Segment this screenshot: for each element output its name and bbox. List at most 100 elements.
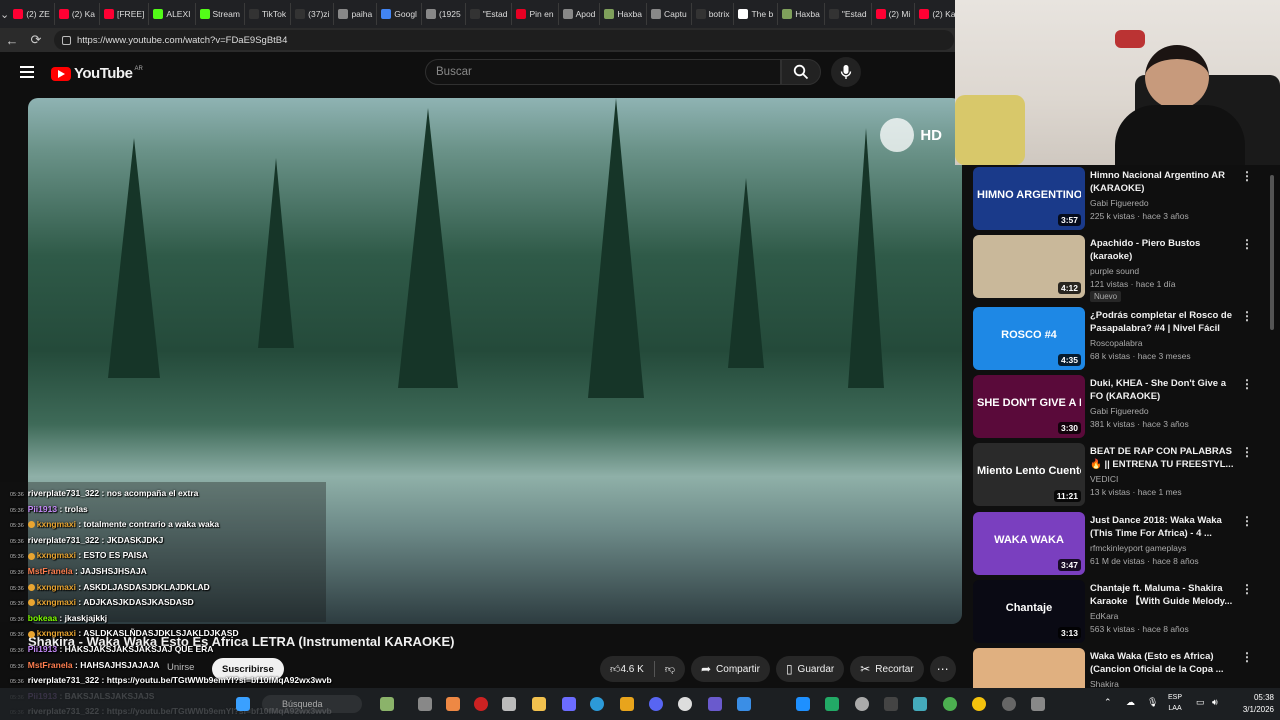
more-options-icon[interactable]: ⋮ bbox=[1241, 309, 1253, 323]
store-icon[interactable] bbox=[502, 697, 516, 711]
app-icon[interactable] bbox=[1002, 697, 1016, 711]
app-icon[interactable] bbox=[708, 697, 722, 711]
chrome-icon[interactable] bbox=[972, 697, 986, 711]
voice-search-button[interactable] bbox=[831, 57, 861, 87]
recommendation-title[interactable]: BEAT DE RAP CON PALABRAS 🔥 || ENTRENA TU… bbox=[1090, 445, 1240, 471]
recommendation-channel[interactable]: purple sound bbox=[1090, 266, 1139, 276]
youtube-logo[interactable]: YouTube AR bbox=[51, 65, 143, 82]
recommendation-thumbnail[interactable] bbox=[973, 648, 1085, 688]
app-icon[interactable] bbox=[737, 697, 751, 711]
tab-list-chevron-icon[interactable]: ⌄ bbox=[0, 0, 9, 28]
language-indicator[interactable]: ESP LAA bbox=[1168, 692, 1182, 714]
recommendation-item[interactable]: SHE DON'T GIVE A FO 3:30 Duki, KHEA - She … bbox=[973, 375, 1273, 441]
more-options-icon[interactable]: ⋮ bbox=[1241, 377, 1253, 391]
task-view-icon[interactable] bbox=[418, 697, 432, 711]
recommendation-title[interactable]: ¿Podrás completar el Rosco de Pasapalabr… bbox=[1090, 309, 1240, 335]
recommendation-channel[interactable]: Roscopalabra bbox=[1090, 338, 1142, 348]
dislike-button[interactable]: 👎︎ bbox=[655, 656, 685, 682]
opera-icon[interactable] bbox=[474, 697, 488, 711]
more-options-icon[interactable]: ⋮ bbox=[1241, 514, 1253, 528]
recommendation-channel[interactable]: EdKara bbox=[1090, 611, 1118, 621]
save-button[interactable]: ▯ Guardar bbox=[775, 656, 845, 682]
recommendation-item[interactable]: ROSCO #4 4:35 ¿Podrás completar el Rosco d… bbox=[973, 307, 1273, 373]
browser-tab[interactable]: ALEXI bbox=[149, 3, 196, 25]
recommendation-title[interactable]: Apachido - Piero Bustos (karaoke) bbox=[1090, 237, 1240, 263]
app-icon[interactable] bbox=[796, 697, 810, 711]
recommendation-thumbnail[interactable]: Chantaje 3:13 bbox=[973, 580, 1085, 643]
browser-tab[interactable]: Captu bbox=[647, 3, 692, 25]
browser-tab[interactable]: The b bbox=[734, 3, 779, 25]
recommendation-channel[interactable]: Shakira bbox=[1090, 679, 1119, 688]
recommendation-item[interactable]: 4:12 Apachido - Piero Bustos (karaoke) pur… bbox=[973, 235, 1273, 302]
recommendation-thumbnail[interactable]: SHE DON'T GIVE A FO 3:30 bbox=[973, 375, 1085, 438]
discord-icon[interactable] bbox=[649, 697, 663, 711]
app-icon[interactable] bbox=[825, 697, 839, 711]
browser-tab[interactable]: "Estad bbox=[825, 3, 872, 25]
browser-tab[interactable]: (2) Ka bbox=[915, 3, 960, 25]
url-field[interactable]: https://www.youtube.com/watch?v=FDaE9SgB… bbox=[54, 30, 954, 50]
browser-tab[interactable]: Pin en bbox=[512, 3, 559, 25]
app-icon[interactable] bbox=[678, 697, 692, 711]
more-actions-icon[interactable]: ⋯ bbox=[929, 656, 956, 682]
browser-tab[interactable]: [FREE] bbox=[100, 3, 150, 25]
more-options-icon[interactable]: ⋮ bbox=[1241, 169, 1253, 183]
settings-gear-icon[interactable] bbox=[855, 697, 869, 711]
browser-tab[interactable]: botrix bbox=[692, 3, 735, 25]
microphone-tray-icon[interactable]: 🎙︎ bbox=[1147, 697, 1158, 708]
system-clock[interactable]: 05:38 3/1/2026 bbox=[1228, 692, 1274, 716]
more-options-icon[interactable]: ⋮ bbox=[1241, 445, 1253, 459]
network-icon[interactable]: ▭ bbox=[1196, 697, 1205, 708]
recommendation-thumbnail[interactable]: ROSCO #4 4:35 bbox=[973, 307, 1085, 370]
recommendation-thumbnail[interactable]: 4:12 bbox=[973, 235, 1085, 298]
onedrive-icon[interactable]: ☁ bbox=[1126, 697, 1135, 708]
edge-icon[interactable] bbox=[590, 697, 604, 711]
tray-chevron-icon[interactable]: ⌃ bbox=[1104, 697, 1112, 708]
clip-button[interactable]: ✂ Recortar bbox=[850, 656, 924, 682]
browser-tab[interactable]: (2) Ka bbox=[55, 3, 100, 25]
taskbar-search[interactable]: Búsqueda bbox=[262, 695, 362, 713]
recommendation-item[interactable]: HIMNO ARGENTINO 3:57 Himno Nacional Argent… bbox=[973, 167, 1273, 233]
browser-tab[interactable]: "Estad bbox=[466, 3, 513, 25]
file-explorer-icon[interactable] bbox=[532, 697, 546, 711]
app-icon[interactable] bbox=[562, 697, 576, 711]
browser-tab[interactable]: Apod bbox=[559, 3, 601, 25]
recommendation-channel[interactable]: Gabi Figueredo bbox=[1090, 406, 1149, 416]
browser-tab[interactable]: (2) Mi bbox=[872, 3, 916, 25]
recommendation-title[interactable]: Waka Waka (Esto es Africa) (Cancion Ofic… bbox=[1090, 650, 1240, 676]
sidebar-scrollbar[interactable] bbox=[1270, 175, 1274, 330]
recommendation-thumbnail[interactable]: HIMNO ARGENTINO 3:57 bbox=[973, 167, 1085, 230]
like-button[interactable]: 👍︎ 4.6 K bbox=[600, 656, 654, 682]
browser-tab[interactable]: Googl bbox=[377, 3, 422, 25]
calculator-icon[interactable] bbox=[1031, 697, 1045, 711]
recommendation-item[interactable]: WAKA WAKA 3:47 Just Dance 2018: Waka Waka … bbox=[973, 512, 1273, 578]
app-icon[interactable] bbox=[446, 697, 460, 711]
start-windows-icon[interactable] bbox=[236, 697, 250, 711]
browser-tab[interactable]: paiha bbox=[334, 3, 378, 25]
recommendation-title[interactable]: Chantaje ft. Maluma - Shakira Karaoke 【W… bbox=[1090, 582, 1240, 608]
browser-tab[interactable]: TikTok bbox=[245, 3, 292, 25]
recommendation-title[interactable]: Himno Nacional Argentino AR (KARAOKE) bbox=[1090, 169, 1240, 195]
recommendation-item[interactable]: Miento Lento Cuento Momento 11:21 BEAT DE … bbox=[973, 443, 1273, 509]
terminal-icon[interactable] bbox=[884, 697, 898, 711]
browser-tab[interactable]: (1925 bbox=[422, 3, 466, 25]
chrome-icon[interactable] bbox=[943, 697, 957, 711]
recommendation-item[interactable]: Chantaje 3:13 Chantaje ft. Maluma - Shakir… bbox=[973, 580, 1273, 646]
more-options-icon[interactable]: ⋮ bbox=[1241, 582, 1253, 596]
recommendation-thumbnail[interactable]: WAKA WAKA 3:47 bbox=[973, 512, 1085, 575]
menu-icon[interactable] bbox=[20, 66, 34, 78]
more-options-icon[interactable]: ⋮ bbox=[1241, 237, 1253, 251]
search-button[interactable] bbox=[781, 59, 821, 85]
browser-tab[interactable]: (37)zi bbox=[291, 3, 335, 25]
recommendation-title[interactable]: Duki, KHEA - She Don't Give a FO (KARAOK… bbox=[1090, 377, 1240, 403]
recommendation-channel[interactable]: VEDICI bbox=[1090, 474, 1118, 484]
recommendation-item[interactable]: Waka Waka (Esto es Africa) (Cancion Ofic… bbox=[973, 648, 1273, 688]
app-icon[interactable] bbox=[913, 697, 927, 711]
recommendation-channel[interactable]: Gabi Figueredo bbox=[1090, 198, 1149, 208]
browser-tab[interactable]: Haxba bbox=[778, 3, 825, 25]
reload-icon[interactable]: ⟳ bbox=[24, 32, 48, 48]
browser-tab[interactable]: Stream bbox=[196, 3, 245, 25]
volume-icon[interactable]: 🔊︎ bbox=[1212, 697, 1218, 708]
recommendation-thumbnail[interactable]: Miento Lento Cuento Momento 11:21 bbox=[973, 443, 1085, 506]
browser-tab[interactable]: (2) ZE bbox=[9, 3, 55, 25]
widgets-icon[interactable] bbox=[380, 697, 394, 711]
